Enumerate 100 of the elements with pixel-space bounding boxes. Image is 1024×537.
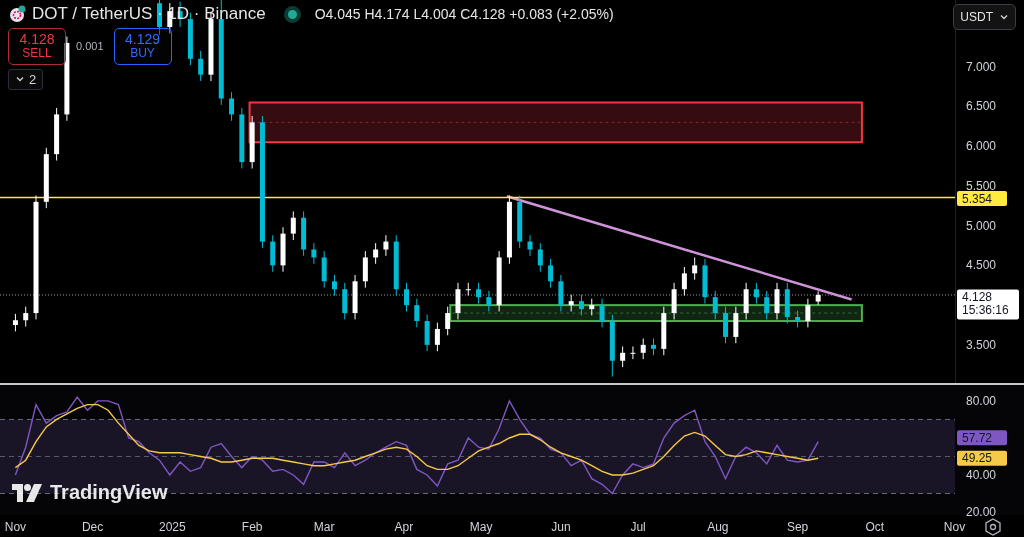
time-axis-label: Nov xyxy=(943,520,966,534)
candlestick xyxy=(486,290,492,312)
candlestick xyxy=(280,226,286,273)
currency-dropdown[interactable]: USDT xyxy=(953,4,1016,30)
candlestick xyxy=(774,282,780,320)
candlestick xyxy=(187,12,193,66)
candlestick xyxy=(506,194,512,265)
candlestick xyxy=(311,242,317,265)
tradingview-logo: TradingView xyxy=(12,481,168,504)
candlestick xyxy=(23,306,29,328)
buy-button[interactable]: 4.129 BUY xyxy=(113,28,172,65)
time-axis-label: 2025 xyxy=(159,520,186,534)
candlestick xyxy=(383,234,389,257)
time-axis-label: May xyxy=(469,520,493,534)
time-axis-label: Oct xyxy=(865,520,885,534)
indicators-toggle[interactable]: 2 xyxy=(8,68,44,90)
candlestick xyxy=(455,282,461,320)
candlestick xyxy=(404,282,409,312)
chevron-down-icon xyxy=(999,12,1009,22)
candlestick xyxy=(805,298,811,328)
candlestick xyxy=(815,290,821,306)
indicator-value-label: 57.72 xyxy=(957,430,1007,446)
candlestick xyxy=(795,310,801,328)
candlestick xyxy=(681,266,687,297)
indicator-axis-label: 80.00 xyxy=(966,393,997,408)
candlestick xyxy=(342,282,348,320)
candlestick xyxy=(692,256,698,281)
candlestick xyxy=(476,282,482,305)
spread-value: 0.001 xyxy=(74,40,106,52)
candlestick xyxy=(640,338,646,360)
candlestick xyxy=(743,282,749,320)
sell-button[interactable]: 4.128 SELL xyxy=(8,28,66,65)
candlestick xyxy=(434,322,440,352)
candlestick xyxy=(609,314,615,378)
price-axis-label: 3.500 xyxy=(966,337,997,352)
time-axis-label: Mar xyxy=(313,520,335,534)
ohlc-values: O4.045 H4.174 L4.004 C4.128 +0.083 (+2.05%) xyxy=(314,6,614,22)
ref-line-label: 5.354 xyxy=(962,191,993,206)
candlestick xyxy=(517,194,523,249)
candlestick xyxy=(157,0,162,36)
candlestick xyxy=(362,250,368,289)
candlestick xyxy=(712,290,718,320)
candlestick xyxy=(445,306,451,336)
coin-logo-icon xyxy=(8,5,26,23)
candlestick xyxy=(249,115,255,169)
candlestick xyxy=(290,210,296,241)
candlestick xyxy=(12,313,18,332)
candlestick xyxy=(301,210,307,257)
candlestick xyxy=(548,258,554,289)
candlestick xyxy=(753,282,759,305)
price-axis-label: 5.000 xyxy=(966,218,997,233)
candlestick xyxy=(702,258,708,305)
candlestick xyxy=(331,274,337,297)
indicator-axis-label: 20.00 xyxy=(966,505,997,520)
indicator-axis-label: 40.00 xyxy=(966,468,997,482)
price-axis-label: 5.500 xyxy=(966,178,997,193)
last-price-label: 4.128 15:36:16 xyxy=(957,289,1019,320)
candlestick xyxy=(321,250,327,289)
price-axis-label: 6.500 xyxy=(966,99,997,114)
time-axis-label: Dec xyxy=(81,520,104,534)
candlestick xyxy=(270,234,276,273)
candlestick xyxy=(630,345,636,360)
settings-icon[interactable] xyxy=(985,518,1001,536)
candlestick xyxy=(393,234,399,297)
candlestick xyxy=(599,298,605,328)
candlestick xyxy=(537,242,543,273)
candlestick xyxy=(414,298,420,328)
candlestick xyxy=(620,345,626,368)
candlestick xyxy=(229,91,235,122)
time-axis-label: Nov xyxy=(4,520,27,534)
candlestick xyxy=(43,147,49,209)
candlestick xyxy=(671,282,677,320)
candlestick xyxy=(578,294,584,316)
candlestick xyxy=(589,298,595,316)
time-axis-label: Feb xyxy=(241,520,263,534)
candlestick xyxy=(651,338,656,356)
candlestick xyxy=(424,314,430,352)
time-axis-label: Apr xyxy=(394,520,414,534)
candlestick xyxy=(568,294,574,312)
time-axis-label: Sep xyxy=(786,520,809,534)
candlestick xyxy=(661,306,667,356)
price-label: 5.354 xyxy=(957,191,1007,207)
candlestick xyxy=(54,107,60,161)
candlestick xyxy=(239,107,245,169)
candlestick xyxy=(496,250,502,312)
candlestick xyxy=(723,306,729,344)
candlestick xyxy=(465,282,471,297)
price-axis-label: 4.500 xyxy=(966,258,997,273)
price-axis-label: 7.000 xyxy=(966,59,997,74)
time-axis-label: Aug xyxy=(707,520,729,534)
ref-line-label: 4.128 xyxy=(962,289,993,304)
candlestick xyxy=(198,50,204,82)
price-axis-label: 6.000 xyxy=(966,139,997,154)
candlestick xyxy=(558,274,564,312)
candlestick xyxy=(373,242,379,265)
candlestick xyxy=(764,290,770,320)
candlestick xyxy=(352,274,358,320)
candlestick xyxy=(527,234,533,257)
candlestick xyxy=(733,306,739,344)
time-axis-label: Jun xyxy=(551,520,571,534)
